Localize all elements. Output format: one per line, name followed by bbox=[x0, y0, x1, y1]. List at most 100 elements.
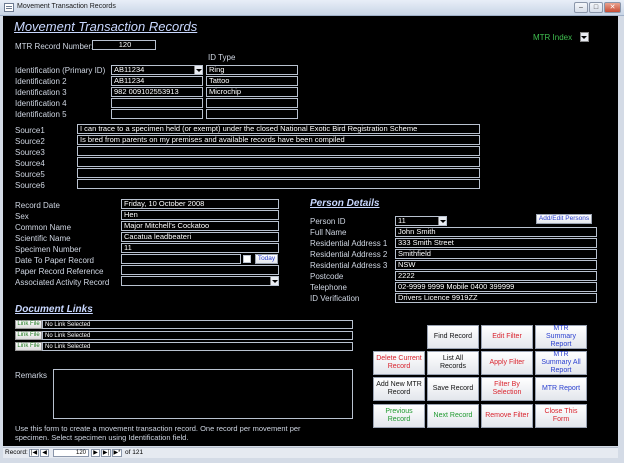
source-3-field[interactable] bbox=[77, 146, 480, 156]
prev-record-nav-button[interactable]: ◀ bbox=[40, 449, 49, 457]
app-icon bbox=[4, 3, 14, 12]
first-record-button[interactable]: |◀ bbox=[29, 449, 39, 457]
specimen-number-label: Specimen Number bbox=[15, 245, 82, 254]
identification-5-label: Identification 5 bbox=[15, 110, 67, 119]
mtr-report-button[interactable]: MTR Report bbox=[535, 377, 587, 401]
document-link-field[interactable]: No Link Selected bbox=[42, 342, 353, 351]
close-window-button[interactable]: ✕ bbox=[604, 2, 621, 13]
source-2-label: Source2 bbox=[15, 137, 45, 146]
postcode-field[interactable]: 2222 bbox=[395, 271, 597, 281]
record-navigator: Record: |◀ ◀ 120 ▶ ▶| ▶* of 121 bbox=[3, 447, 618, 458]
next-record-button[interactable]: Next Record bbox=[427, 404, 479, 428]
document-link-field[interactable]: No Link Selected bbox=[42, 331, 353, 340]
common-name-field[interactable]: Major Mitchell's Cockatoo bbox=[121, 221, 279, 231]
window-title: Movement Transaction Records bbox=[17, 3, 116, 10]
close-form-button[interactable]: Close This Form bbox=[535, 404, 587, 428]
full-name-field[interactable]: John Smith bbox=[395, 227, 597, 237]
source-5-field[interactable] bbox=[77, 168, 480, 178]
form-title: Movement Transaction Records bbox=[14, 19, 198, 34]
id-type-5-field[interactable] bbox=[206, 109, 298, 119]
address-2-label: Residential Address 2 bbox=[310, 250, 388, 259]
person-id-value: 11 bbox=[398, 216, 406, 225]
identification-1-field[interactable]: AB11234 bbox=[111, 65, 203, 75]
scientific-name-label: Scientific Name bbox=[15, 234, 71, 243]
source-2-field[interactable]: Is bred from parents on my premises and … bbox=[77, 135, 480, 145]
last-record-button[interactable]: ▶| bbox=[101, 449, 111, 457]
mtr-summary-all-report-button[interactable]: MTR Summary All Report bbox=[535, 351, 587, 375]
mtr-index-dropdown[interactable] bbox=[580, 32, 589, 42]
list-all-records-button[interactable]: List All Records bbox=[427, 351, 479, 375]
apply-filter-button[interactable]: Apply Filter bbox=[481, 351, 533, 375]
source-1-field[interactable]: I can trace to a specimen held (or exemp… bbox=[77, 124, 480, 134]
link-file-button[interactable]: Link File bbox=[15, 342, 42, 351]
remove-filter-button[interactable]: Remove Filter bbox=[481, 404, 533, 428]
date-to-paper-field[interactable] bbox=[121, 254, 241, 264]
date-to-paper-checkbox[interactable] bbox=[243, 255, 251, 263]
specimen-number-field[interactable]: 11 bbox=[121, 243, 279, 253]
paper-record-ref-label: Paper Record Reference bbox=[15, 267, 104, 276]
identification-2-field[interactable]: AB11234 bbox=[111, 76, 203, 86]
chevron-down-icon bbox=[581, 33, 588, 41]
new-record-button[interactable]: ▶* bbox=[112, 449, 122, 457]
source-4-label: Source4 bbox=[15, 159, 45, 168]
identification-1-value: AB11234 bbox=[114, 65, 145, 74]
address-2-field[interactable]: Smithfield bbox=[395, 249, 597, 259]
id-verification-label: ID Verification bbox=[310, 294, 360, 303]
scientific-name-field[interactable]: Cacatua leadbeateri bbox=[121, 232, 279, 242]
identification-5-field[interactable] bbox=[111, 109, 203, 119]
telephone-label: Telephone bbox=[310, 283, 347, 292]
next-record-nav-button[interactable]: ▶ bbox=[91, 449, 100, 457]
date-to-paper-label: Date To Paper Record bbox=[15, 256, 95, 265]
identification-4-field[interactable] bbox=[111, 98, 203, 108]
previous-record-button[interactable]: Previous Record bbox=[373, 404, 425, 428]
document-link-field[interactable]: No Link Selected bbox=[42, 320, 353, 329]
person-details-heading: Person Details bbox=[310, 198, 380, 209]
id-type-4-field[interactable] bbox=[206, 98, 298, 108]
minimize-button[interactable]: – bbox=[574, 2, 588, 13]
window-titlebar: Movement Transaction Records – □ ✕ bbox=[0, 0, 624, 16]
id-type-3-field[interactable]: Microchip bbox=[206, 87, 298, 97]
mtr-number-field[interactable]: 120 bbox=[92, 40, 156, 50]
mtr-form: Movement Transaction Records MTR Index M… bbox=[3, 16, 618, 446]
person-id-label: Person ID bbox=[310, 217, 346, 226]
find-record-button[interactable]: Find Record bbox=[427, 325, 479, 349]
add-edit-persons-button[interactable]: Add/Edit Persons bbox=[536, 214, 592, 224]
help-text: Use this form to create a movement trans… bbox=[15, 424, 301, 442]
save-record-button[interactable]: Save Record bbox=[427, 377, 479, 401]
id-type-2-field[interactable]: Tattoo bbox=[206, 76, 298, 86]
address-3-field[interactable]: NSW bbox=[395, 260, 597, 270]
common-name-label: Common Name bbox=[15, 223, 72, 232]
delete-record-button[interactable]: Delete Current Record bbox=[373, 351, 425, 375]
current-record-input[interactable]: 120 bbox=[53, 449, 89, 457]
id-type-1-field[interactable]: Ring bbox=[206, 65, 298, 75]
source-6-label: Source6 bbox=[15, 181, 45, 190]
chevron-down-icon[interactable] bbox=[270, 277, 278, 285]
edit-filter-button[interactable]: Edit Filter bbox=[481, 325, 533, 349]
source-4-field[interactable] bbox=[77, 157, 480, 167]
address-1-field[interactable]: 333 Smith Street bbox=[395, 238, 597, 248]
add-new-mtr-button[interactable]: Add New MTR Record bbox=[373, 377, 425, 401]
mtr-summary-report-button[interactable]: MTR Summary Report bbox=[535, 325, 587, 349]
telephone-field[interactable]: 02-9999 9999 Mobile 0400 399999 bbox=[395, 282, 597, 292]
today-button[interactable]: Today bbox=[255, 254, 278, 264]
identification-3-label: Identification 3 bbox=[15, 88, 67, 97]
link-file-button[interactable]: Link File bbox=[15, 331, 42, 340]
identification-3-field[interactable]: 982 009102553913 bbox=[111, 87, 203, 97]
filter-by-selection-button[interactable]: Filter By Selection bbox=[481, 377, 533, 401]
link-file-button[interactable]: Link File bbox=[15, 320, 42, 329]
document-links-heading: Document Links bbox=[15, 304, 93, 315]
remarks-field[interactable] bbox=[53, 369, 353, 419]
record-date-label: Record Date bbox=[15, 201, 60, 210]
remarks-label: Remarks bbox=[15, 371, 48, 380]
person-id-field[interactable]: 11 bbox=[395, 216, 447, 226]
paper-record-ref-field[interactable] bbox=[121, 265, 279, 275]
sex-field[interactable]: Hen bbox=[121, 210, 279, 220]
identification-4-label: Identification 4 bbox=[15, 99, 67, 108]
source-6-field[interactable] bbox=[77, 179, 480, 189]
record-date-field[interactable]: Friday, 10 October 2008 bbox=[121, 199, 279, 209]
chevron-down-icon[interactable] bbox=[438, 217, 446, 225]
chevron-down-icon[interactable] bbox=[194, 66, 202, 74]
maximize-button[interactable]: □ bbox=[589, 2, 603, 13]
activity-record-field[interactable] bbox=[121, 276, 279, 286]
id-verification-field[interactable]: Drivers Licence 9919ZZ bbox=[395, 293, 597, 303]
